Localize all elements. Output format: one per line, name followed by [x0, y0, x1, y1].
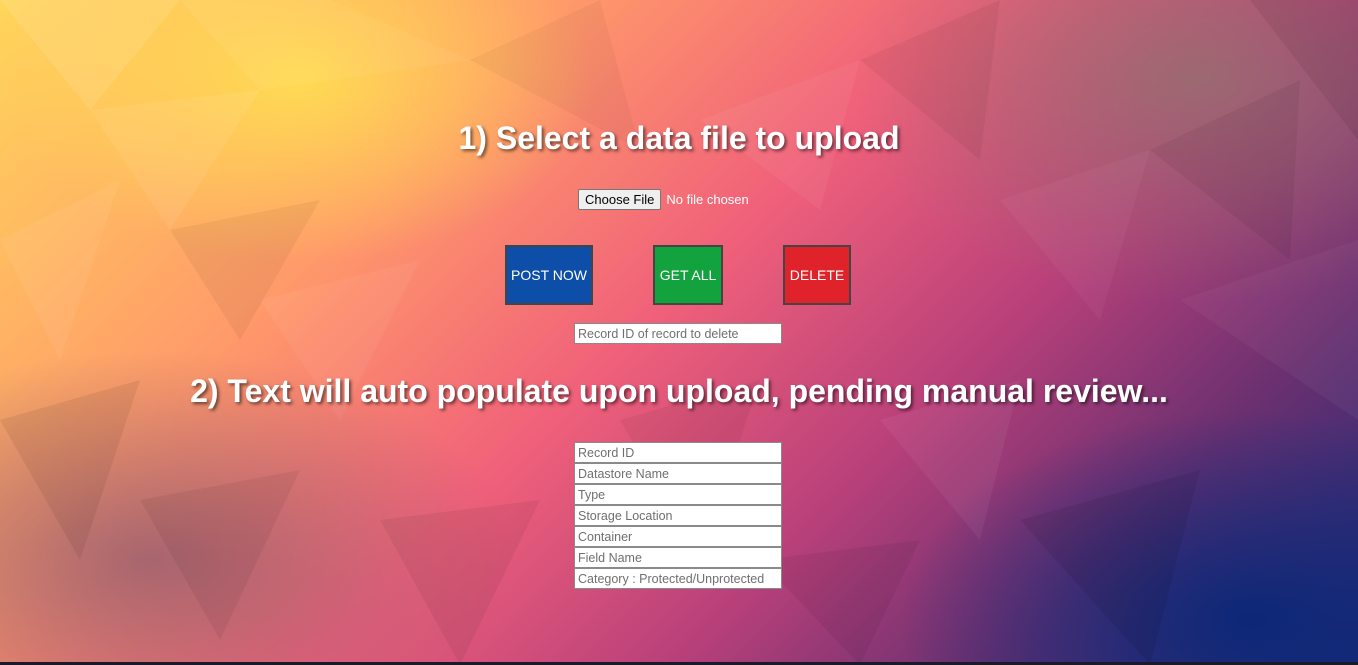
- file-status-text: No file chosen: [666, 191, 749, 207]
- step2-heading: 2) Text will auto populate upon upload, …: [190, 373, 1168, 409]
- datastore-name-field[interactable]: [574, 463, 782, 484]
- container-field[interactable]: [574, 526, 782, 547]
- storage-location-field[interactable]: [574, 505, 782, 526]
- delete-record-id-input[interactable]: [574, 323, 782, 344]
- field-name-field[interactable]: [574, 547, 782, 568]
- type-field[interactable]: [574, 484, 782, 505]
- choose-file-button[interactable]: Choose File: [578, 188, 662, 210]
- step1-heading: 1) Select a data file to upload: [458, 120, 900, 156]
- file-upload-control[interactable]: Choose File No file chosen: [578, 188, 749, 210]
- post-now-button[interactable]: POST NOW: [505, 245, 593, 305]
- record-id-field[interactable]: [574, 442, 782, 463]
- get-all-button[interactable]: GET ALL: [653, 245, 723, 305]
- category-field[interactable]: [574, 568, 782, 589]
- record-fields-form: [574, 442, 782, 589]
- delete-button[interactable]: DELETE: [783, 245, 851, 305]
